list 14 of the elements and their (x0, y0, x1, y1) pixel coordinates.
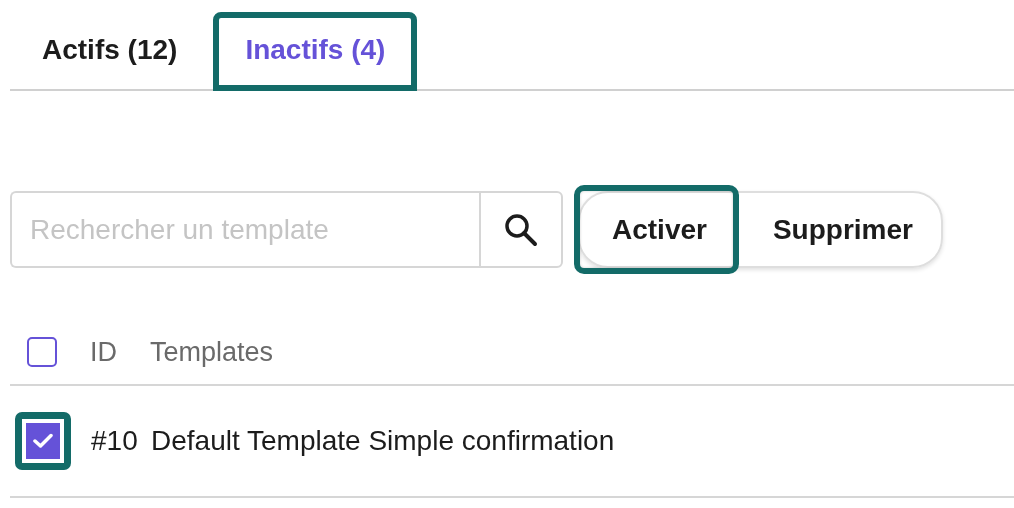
column-header: ID (89, 336, 118, 368)
tab[interactable]: Actifs (12) (10, 12, 210, 91)
search-icon (503, 211, 539, 248)
checkbox[interactable] (15, 412, 71, 470)
column-header: Templates (150, 336, 274, 368)
table-cell: Default Template Simple confirmation (151, 425, 615, 457)
action-button[interactable]: Supprimer (738, 193, 941, 266)
table-cell-text: #10 (90, 425, 139, 457)
search-field[interactable]: Rechercher un template (10, 191, 479, 268)
search-button[interactable] (479, 191, 563, 268)
tab[interactable]: Inactifs (4) (213, 12, 418, 91)
checkbox[interactable] (27, 337, 57, 367)
action-button[interactable]: Activer (574, 185, 739, 274)
check-icon (33, 433, 53, 449)
